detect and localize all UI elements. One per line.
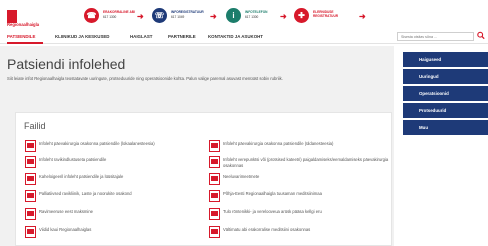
pdf-icon <box>25 208 36 220</box>
file-link[interactable]: Palliatiivsed ravikliinik, Laste ja noor… <box>25 190 195 202</box>
file-link[interactable]: Vältimatu abi erakorralise meditsiini os… <box>209 226 389 238</box>
sidebar-item-operations[interactable]: Operatsioonid <box>403 86 488 101</box>
sidebar-item-procedures[interactable]: Protseduurid <box>403 103 488 118</box>
file-link[interactable]: Ravimeeruse eest maksmine <box>25 208 195 220</box>
pdf-icon <box>25 156 36 168</box>
nav-item-hospital[interactable]: HAIGLAST <box>130 34 152 39</box>
contact-number: 617 1300 <box>245 15 259 19</box>
file-label: Viidid kaui Regionaalhaiglas <box>39 227 92 232</box>
file-link[interactable]: Kaheloigeeril infoleht patsiendile ja lü… <box>25 173 195 185</box>
nav-item-partners[interactable]: PARTNERILE <box>168 34 196 39</box>
contact-number: 617 1049 <box>171 15 185 19</box>
page-title: Patsiendi infolehed <box>7 56 126 72</box>
nav-item-contacts[interactable]: KONTAKTID JA ASUKOHT <box>208 34 263 39</box>
file-link[interactable]: Tulo röntenikki- ja verelooveua arüsk pä… <box>209 208 389 220</box>
file-link[interactable]: Infoleht verepunktsi või (protsised kate… <box>209 156 389 168</box>
file-label: Ravimeeruse eest maksmine <box>39 209 93 214</box>
search-input[interactable] <box>397 32 474 41</box>
file-label: Neeluvarimeetmete <box>223 174 260 179</box>
contact-number: 617 1300 <box>103 15 117 19</box>
info-icon: i <box>226 8 241 23</box>
pdf-icon <box>209 140 220 152</box>
pdf-icon <box>209 173 220 185</box>
contact-label: INFOTELEFON <box>245 10 268 14</box>
file-label: Infoleht verepunktsi või (protsised kate… <box>223 157 389 168</box>
file-label: Infoleht päevakirurgia osakonna patsiend… <box>39 141 155 146</box>
registry-phone-icon: ☏ <box>152 8 167 23</box>
file-label: Infoleht ravikindlustuseta patsiendile <box>39 157 107 162</box>
contact-label-line2: REGISTRATUUR <box>313 14 339 18</box>
pdf-icon <box>25 190 36 202</box>
contact-label: ELERNIDUSE REGISTRATUUR <box>313 10 338 18</box>
file-label: Põhja-Eesti Regionaalhaigla tuusaman med… <box>223 191 322 196</box>
file-label: Tulo röntenikki- ja verelooveua arüsk pä… <box>223 209 322 214</box>
pdf-icon <box>209 208 220 220</box>
pdf-icon <box>25 140 36 152</box>
file-label: Vältimatu abi erakorralise meditsiini os… <box>223 227 311 232</box>
sidebar-item-other[interactable]: Muu <box>403 120 488 135</box>
pdf-icon <box>25 226 36 238</box>
file-link[interactable]: Infoleht päevakirurgia osakonna patsiend… <box>209 140 389 152</box>
pdf-icon <box>209 156 220 168</box>
intro-text: Siit leiate infot Regionaalhaigla teosta… <box>7 76 283 81</box>
nav-item-patients[interactable]: PATSIENDILE <box>7 34 35 39</box>
arrow-right-icon: ➜ <box>280 12 287 21</box>
active-nav-underline <box>7 42 43 44</box>
files-heading: Failid <box>24 121 46 131</box>
arrow-right-icon: ➜ <box>210 12 217 21</box>
emergency-phone-icon: ☎ <box>84 8 99 23</box>
logo[interactable]: Regionaalhaigla <box>7 10 53 28</box>
file-link[interactable]: Põhja-Eesti Regionaalhaigla tuusaman med… <box>209 190 389 202</box>
arrow-right-icon: ➜ <box>137 12 144 21</box>
pdf-icon <box>25 173 36 185</box>
search-icon[interactable] <box>477 31 485 40</box>
sidebar-item-examinations[interactable]: Uuringud <box>403 69 488 84</box>
file-link[interactable]: Neeluvarimeetmete <box>209 173 389 185</box>
arrow-right-icon: ➜ <box>359 12 366 21</box>
file-label: Kaheloigeeril infoleht patsiendile ja lü… <box>39 174 124 179</box>
file-label: Infoleht päevakirurgia osakonna patsiend… <box>223 141 334 146</box>
site-header: Regionaalhaigla ☎ ERAKORRALINE ABI 617 1… <box>0 0 488 33</box>
file-link[interactable]: Infoleht päevakirurgia osakonna patsiend… <box>25 140 195 152</box>
file-link[interactable]: Infoleht ravikindlustuseta patsiendile <box>25 156 195 168</box>
logo-text: Regionaalhaigla <box>7 22 40 27</box>
contact-label: ERAKORRALINE ABI <box>103 10 135 14</box>
contact-label: INFOREGISTRATUUR <box>171 10 204 14</box>
nav-item-clinics[interactable]: KLIINIKUD JA KESKUSED <box>55 34 109 39</box>
pdf-icon <box>209 190 220 202</box>
sidebar-item-diseases[interactable]: Haiguseed <box>403 52 488 67</box>
file-label: Palliatiivsed ravikliinik, Laste ja noor… <box>39 191 132 196</box>
file-link[interactable]: Viidid kaui Regionaalhaiglas <box>25 226 195 238</box>
pdf-icon <box>209 226 220 238</box>
registry-icon: ✚ <box>294 8 309 23</box>
